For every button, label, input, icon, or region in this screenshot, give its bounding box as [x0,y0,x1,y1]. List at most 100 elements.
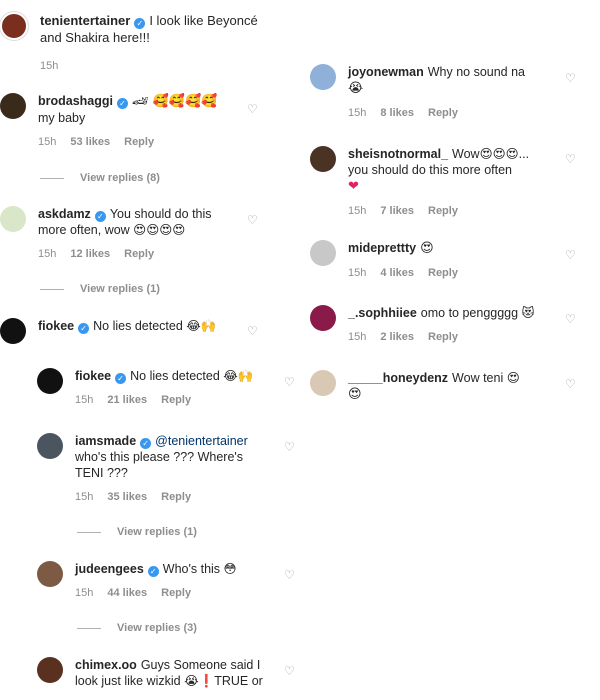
reply-button[interactable]: Reply [124,136,154,148]
reply-button[interactable]: Reply [161,587,191,599]
comment-text: 😍 [348,387,362,402]
like-heart-icon[interactable]: ♡ [565,249,577,261]
comment-time: 15h [348,205,367,217]
reply-username[interactable]: iamsmade [75,434,136,448]
comment-item: fiokee ✓ No lies detected 😂🙌 [0,318,270,344]
right-comment-column: joyonewman Why no sound na 😭 15h 8 likes Re… [300,0,600,700]
reply-username[interactable]: fiokee [75,369,111,383]
avatar[interactable] [37,561,63,587]
likes-count[interactable]: 53 likes [70,136,110,148]
reply-button[interactable]: Reply [161,491,191,503]
like-heart-icon[interactable]: ♡ [565,313,577,325]
avatar[interactable] [310,305,336,331]
avatar[interactable] [37,657,63,683]
reply-button[interactable]: Reply [428,205,458,217]
comment-time: 15h [348,267,367,279]
verified-badge-icon: ✓ [147,566,159,577]
avatar[interactable] [310,240,336,266]
comment-username[interactable]: sheisnotnormal_ [348,147,448,161]
like-heart-icon[interactable]: ♡ [247,103,259,115]
verified-badge-icon: ✓ [94,211,106,222]
comment-text: Wow teni 😍 [452,371,520,385]
view-replies-label: View replies (1) [80,283,160,295]
view-replies-button[interactable]: View replies (8) [40,172,160,184]
comment-text: Why no sound na [427,65,526,79]
caption-username[interactable]: tenientertainer [40,13,130,28]
comment-username[interactable]: mideprettty [348,241,416,255]
comment-text: ❤ [348,179,359,194]
likes-count[interactable]: 2 likes [380,331,414,343]
avatar[interactable] [37,368,63,394]
comment-item: askdamz ✓ You should do this more often, w… [0,206,270,262]
reply-time: 15h [75,491,94,503]
like-heart-icon[interactable]: ♡ [284,569,296,581]
like-heart-icon[interactable]: ♡ [284,665,296,677]
view-replies-button[interactable]: View replies (3) [77,622,197,634]
reply-text: who's this please ??? Where's TENI ??? [75,450,244,480]
view-replies-button[interactable]: View replies (1) [40,283,160,295]
comment-text: 😭 [348,81,364,96]
avatar[interactable] [310,370,336,396]
reply-button[interactable]: Reply [428,267,458,279]
avatar[interactable] [37,433,63,459]
like-heart-icon[interactable]: ♡ [565,378,577,390]
comment-time: 15h [38,248,57,260]
like-heart-icon[interactable]: ♡ [284,376,296,388]
likes-count[interactable]: 12 likes [70,248,110,260]
comment-username[interactable]: askdamz [38,207,91,221]
comment-item: mideprettty 😍 15h 4 likes Reply [310,240,565,281]
like-heart-icon[interactable]: ♡ [565,153,577,165]
avatar[interactable] [310,64,336,90]
comment-text: Wow😍😍😍... [452,147,530,161]
mention-link[interactable]: @tenientertainer [155,434,248,448]
reply-time: 15h [75,394,94,406]
comment-item: brodashaggi ✓ 🏎 🥰🥰🥰🥰 my baby 15h 53 likes Re… [0,93,270,150]
verified-badge-icon: ✓ [140,438,152,449]
comment-text: omo to penggggg 😻 [420,306,535,320]
likes-count[interactable]: 8 likes [380,107,414,119]
avatar[interactable] [0,93,26,119]
comment-item: _____honeydenz Wow teni 😍 😍 [310,370,565,403]
reply-item: chimex.oo Guys Someone said I look just l… [37,657,287,689]
likes-count[interactable]: 44 likes [107,587,147,599]
comment-text: my baby [38,111,86,125]
comment-time: 15h [348,331,367,343]
reply-username[interactable]: judeengees [75,562,144,576]
reply-time: 15h [75,587,94,599]
comment-item: joyonewman Why no sound na 😭 15h 8 likes Re… [310,64,565,121]
avatar[interactable] [0,206,26,232]
verified-badge-icon: ✓ [134,18,146,29]
likes-count[interactable]: 21 likes [107,394,147,406]
view-replies-button[interactable]: View replies (1) [77,526,197,538]
likes-count[interactable]: 7 likes [380,205,414,217]
comment-username[interactable]: _____honeydenz [348,371,448,385]
like-heart-icon[interactable]: ♡ [247,325,259,337]
comment-text: 😍 [420,241,434,256]
like-heart-icon[interactable]: ♡ [565,72,577,84]
likes-count[interactable]: 4 likes [380,267,414,279]
reply-button[interactable]: Reply [428,331,458,343]
avatar[interactable] [0,12,28,40]
likes-count[interactable]: 35 likes [107,491,147,503]
divider [40,288,64,290]
reply-username[interactable]: chimex.oo [75,658,137,672]
comment-username[interactable]: brodashaggi [38,94,113,108]
reply-item: iamsmade ✓ @tenientertainer who's this ple… [37,433,287,505]
comment-text: you should do this more often [348,163,512,177]
reply-text: Who's this 😳 [162,562,237,576]
comment-item: sheisnotnormal_ Wow😍😍😍... you should do t… [310,146,565,219]
comment-username[interactable]: fiokee [38,319,74,333]
avatar[interactable] [310,146,336,172]
comment-item: _.sophhiiee omo to penggggg 😻 15h 2 likes R… [310,305,565,345]
comment-username[interactable]: _.sophhiiee [348,306,417,320]
reply-button[interactable]: Reply [428,107,458,119]
reply-button[interactable]: Reply [161,394,191,406]
reply-item: fiokee ✓ No lies detected 😂🙌 15h 21 likes Re… [37,368,287,408]
like-heart-icon[interactable]: ♡ [247,214,259,226]
reply-item: judeengees ✓ Who's this 😳 15h 44 likes Reply [37,561,287,601]
avatar[interactable] [0,318,26,344]
reply-button[interactable]: Reply [124,248,154,260]
view-replies-label: View replies (1) [117,526,197,538]
like-heart-icon[interactable]: ♡ [284,441,296,453]
comment-username[interactable]: joyonewman [348,65,424,79]
